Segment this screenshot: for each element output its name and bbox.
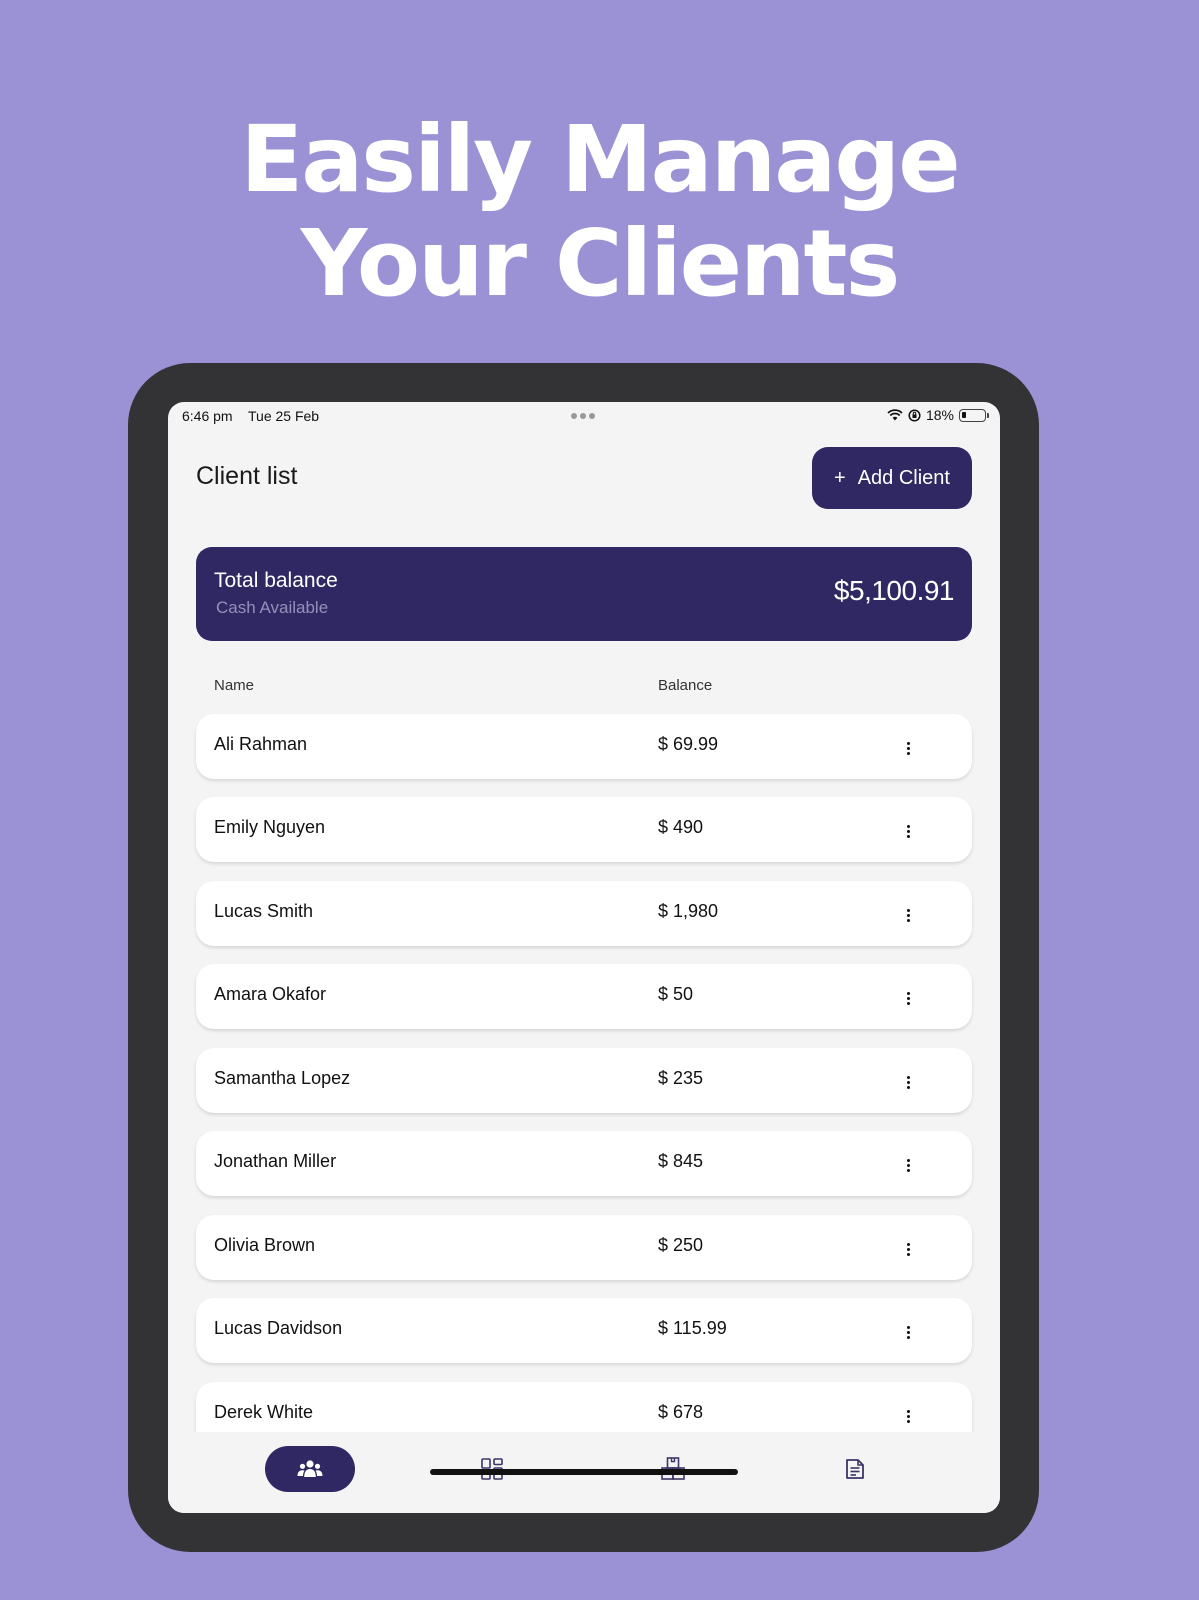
client-row[interactable]: Ali Rahman $ 69.99 bbox=[196, 714, 972, 779]
client-row[interactable]: Jonathan Miller $ 845 bbox=[196, 1131, 972, 1196]
battery-percent: 18% bbox=[925, 407, 954, 423]
more-options-icon[interactable] bbox=[902, 1154, 914, 1176]
client-name: Jonathan Miller bbox=[214, 1151, 337, 1171]
column-header-name: Name bbox=[214, 677, 255, 694]
column-header-balance: Balance bbox=[658, 677, 713, 694]
client-name: Amara Okafor bbox=[214, 984, 327, 1004]
promo-headline: Easily Manage Your Clients bbox=[0, 108, 1199, 316]
more-options-icon[interactable] bbox=[902, 987, 914, 1009]
more-options-icon[interactable] bbox=[902, 1238, 914, 1260]
add-client-button[interactable]: + Add Client bbox=[812, 447, 972, 509]
headline-line-1: Easily Manage bbox=[240, 106, 960, 213]
headline-line-2: Your Clients bbox=[300, 210, 901, 317]
more-options-icon[interactable] bbox=[902, 1321, 914, 1343]
nav-reports[interactable] bbox=[832, 1446, 878, 1492]
client-row[interactable]: Emily Nguyen $ 490 bbox=[196, 797, 972, 862]
tablet-screen: 6:46 pm Tue 25 Feb 18% Client list + Add… bbox=[168, 402, 1000, 1513]
client-balance: $ 490 bbox=[658, 817, 704, 837]
client-balance: $ 250 bbox=[658, 1235, 704, 1255]
total-balance-card: Total balance Cash Available $5,100.91 bbox=[196, 547, 972, 641]
wifi-icon bbox=[887, 409, 903, 421]
client-name: Lucas Smith bbox=[214, 901, 314, 921]
client-name: Ali Rahman bbox=[214, 734, 308, 754]
client-name: Emily Nguyen bbox=[214, 817, 326, 837]
balance-title: Total balance bbox=[214, 569, 338, 592]
client-row[interactable]: Olivia Brown $ 250 bbox=[196, 1215, 972, 1280]
add-client-label: Add Client bbox=[857, 466, 950, 489]
page-title: Client list bbox=[196, 462, 298, 490]
client-name: Olivia Brown bbox=[214, 1235, 316, 1255]
clients-icon bbox=[297, 1460, 323, 1477]
nav-clients[interactable] bbox=[265, 1446, 355, 1492]
more-options-icon[interactable] bbox=[902, 1071, 914, 1093]
client-row[interactable]: Samantha Lopez $ 235 bbox=[196, 1048, 972, 1113]
status-bar: 6:46 pm Tue 25 Feb 18% bbox=[168, 402, 1000, 430]
client-name: Samantha Lopez bbox=[214, 1068, 351, 1088]
client-name: Derek White bbox=[214, 1402, 314, 1422]
balance-amount: $5,100.91 bbox=[833, 575, 955, 606]
client-balance: $ 678 bbox=[658, 1402, 704, 1422]
client-row[interactable]: Lucas Davidson $ 115.99 bbox=[196, 1298, 972, 1363]
more-options-icon[interactable] bbox=[902, 820, 914, 842]
client-balance: $ 845 bbox=[658, 1151, 704, 1171]
client-balance: $ 115.99 bbox=[658, 1318, 727, 1338]
client-name: Lucas Davidson bbox=[214, 1318, 343, 1338]
plus-icon: + bbox=[834, 466, 846, 489]
status-time: 6:46 pm bbox=[182, 408, 233, 424]
status-indicators: 18% bbox=[887, 407, 989, 423]
more-options-icon[interactable] bbox=[902, 1405, 914, 1427]
orientation-lock-icon bbox=[908, 408, 921, 422]
client-row[interactable]: Lucas Smith $ 1,980 bbox=[196, 881, 972, 946]
home-indicator bbox=[430, 1469, 738, 1475]
more-options-icon[interactable] bbox=[902, 737, 914, 759]
reports-icon bbox=[846, 1459, 864, 1479]
multitasking-dots-icon[interactable] bbox=[571, 413, 595, 419]
battery-icon bbox=[959, 408, 989, 422]
client-balance: $ 50 bbox=[658, 984, 694, 1004]
client-row[interactable]: Amara Okafor $ 50 bbox=[196, 964, 972, 1029]
more-options-icon[interactable] bbox=[902, 904, 914, 926]
status-date: Tue 25 Feb bbox=[248, 408, 320, 424]
client-balance: $ 69.99 bbox=[658, 734, 719, 754]
client-balance: $ 235 bbox=[658, 1068, 704, 1088]
balance-subtitle: Cash Available bbox=[216, 598, 329, 617]
client-balance: $ 1,980 bbox=[658, 901, 719, 921]
